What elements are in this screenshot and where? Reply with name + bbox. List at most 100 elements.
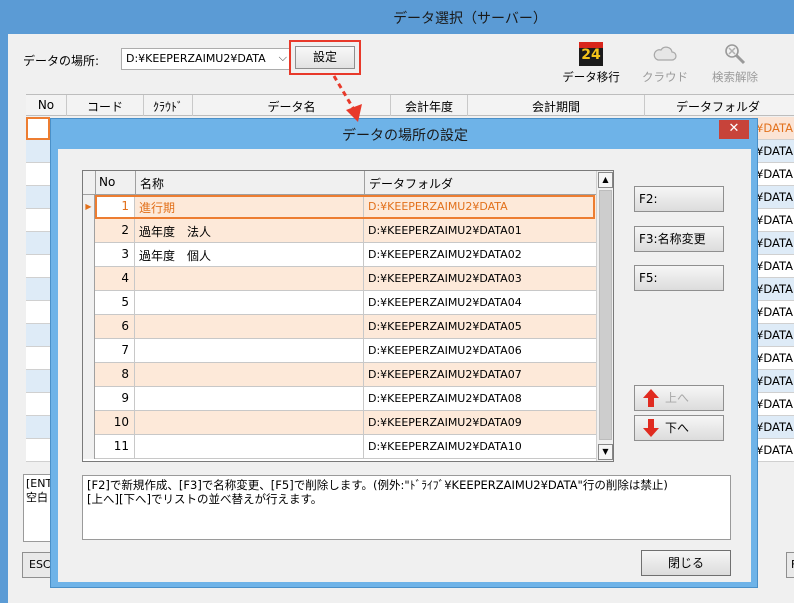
location-row[interactable]: 8 D:¥KEEPERZAIMU2¥DATA07 (83, 363, 596, 387)
data-migration-tool[interactable]: 24 データ移行 (556, 42, 626, 85)
vertical-scrollbar[interactable]: ▲ ▼ (596, 171, 613, 461)
data-table-row[interactable] (26, 416, 50, 439)
grid-header-name[interactable]: 名称 (140, 175, 164, 192)
location-row[interactable]: 6 D:¥KEEPERZAIMU2¥DATA05 (83, 315, 596, 339)
location-row[interactable]: ▶ 1 進行期 D:¥KEEPERZAIMU2¥DATA (83, 195, 596, 219)
data-table-row[interactable] (26, 370, 50, 393)
location-row[interactable]: 3 過年度 個人 D:¥KEEPERZAIMU2¥DATA02 (83, 243, 596, 267)
data-table-folder-cell[interactable]: ¥DATA (752, 301, 794, 324)
data-table-folder-cell[interactable]: ¥DATA (752, 393, 794, 416)
f2-new-button[interactable]: F2: (634, 186, 724, 212)
data-table-row[interactable] (26, 347, 50, 370)
location-row-folder[interactable]: D:¥KEEPERZAIMU2¥DATA08 (364, 387, 596, 411)
location-row[interactable]: 4 D:¥KEEPERZAIMU2¥DATA03 (83, 267, 596, 291)
row-indicator[interactable] (83, 267, 95, 291)
scroll-up-icon[interactable]: ▲ (598, 172, 613, 188)
main-partial-button[interactable]: F (786, 552, 794, 578)
data-table-row[interactable] (26, 186, 50, 209)
location-row-name[interactable]: 過年度 個人 (135, 243, 364, 267)
move-up-button[interactable]: 上へ (634, 385, 724, 411)
row-indicator[interactable] (83, 339, 95, 363)
row-indicator[interactable] (83, 363, 95, 387)
data-table-folder-cell[interactable]: ¥DATA (752, 439, 794, 462)
main-title-bar[interactable]: データ選択（サーバー） (0, 0, 794, 34)
data-table-row[interactable] (26, 255, 50, 278)
move-down-button[interactable]: 下へ (634, 415, 724, 441)
data-table-row[interactable] (26, 301, 50, 324)
location-row-name[interactable]: 過年度 法人 (135, 219, 364, 243)
location-row-folder[interactable]: D:¥KEEPERZAIMU2¥DATA03 (364, 267, 596, 291)
location-row[interactable]: 11 D:¥KEEPERZAIMU2¥DATA10 (83, 435, 596, 459)
location-row-folder[interactable]: D:¥KEEPERZAIMU2¥DATA09 (364, 411, 596, 435)
data-table-folder-cell[interactable]: ¥DATA (752, 186, 794, 209)
data-table-folder-cell[interactable]: ¥DATA (752, 370, 794, 393)
location-row-folder[interactable]: D:¥KEEPERZAIMU2¥DATA04 (364, 291, 596, 315)
location-row-folder[interactable]: D:¥KEEPERZAIMU2¥DATA06 (364, 339, 596, 363)
row-pointer-icon[interactable]: ▶ (83, 195, 95, 219)
col-header-code[interactable]: コード (67, 98, 143, 115)
data-table-row[interactable] (26, 209, 50, 232)
location-row[interactable]: 2 過年度 法人 D:¥KEEPERZAIMU2¥DATA01 (83, 219, 596, 243)
location-row-name[interactable] (135, 339, 364, 363)
location-row-name[interactable] (135, 267, 364, 291)
settings-button[interactable]: 設定 (295, 46, 355, 69)
location-row-name[interactable] (135, 387, 364, 411)
f5-delete-button[interactable]: F5: (634, 265, 724, 291)
data-table-folder-cell[interactable]: ¥DATA (752, 324, 794, 347)
col-header-fiscal-period[interactable]: 会計期間 (468, 98, 644, 115)
location-row-folder[interactable]: D:¥KEEPERZAIMU2¥DATA07 (364, 363, 596, 387)
data-table-folder-cell[interactable]: ¥DATA (752, 163, 794, 186)
location-row-folder[interactable]: D:¥KEEPERZAIMU2¥DATA05 (364, 315, 596, 339)
row-indicator[interactable] (83, 291, 95, 315)
cloud-tool[interactable]: クラウド (630, 42, 700, 85)
col-header-no[interactable]: No (26, 98, 66, 112)
location-row-folder[interactable]: D:¥KEEPERZAIMU2¥DATA10 (364, 435, 596, 459)
grid-header-no[interactable]: No (99, 175, 115, 189)
data-table-row[interactable] (26, 140, 50, 163)
location-row-name[interactable] (135, 291, 364, 315)
row-indicator[interactable] (83, 435, 95, 459)
f3-rename-button[interactable]: F3:名称変更 (634, 226, 724, 252)
data-table-row[interactable] (26, 439, 50, 462)
data-table-folder-cell[interactable]: ¥DATA (752, 416, 794, 439)
row-indicator[interactable] (83, 411, 95, 435)
col-header-data-folder[interactable]: データフォルダ (676, 98, 794, 115)
data-table-folder-cell[interactable]: ¥DATA (752, 255, 794, 278)
row-indicator[interactable] (83, 219, 95, 243)
scroll-thumb[interactable] (599, 190, 612, 440)
data-table-row[interactable] (26, 324, 50, 347)
location-row-name[interactable] (135, 315, 364, 339)
data-table-row[interactable] (26, 232, 50, 255)
location-row-name[interactable] (135, 363, 364, 387)
col-header-data-name[interactable]: データ名 (193, 98, 390, 115)
location-row-name[interactable] (135, 411, 364, 435)
data-table-folder-cell[interactable]: ¥DATA (752, 209, 794, 232)
scroll-down-icon[interactable]: ▼ (598, 444, 613, 460)
close-icon[interactable]: ✕ (719, 120, 749, 139)
location-row-folder[interactable]: D:¥KEEPERZAIMU2¥DATA (364, 195, 596, 219)
location-row-name[interactable]: 進行期 (135, 195, 364, 219)
data-table-folder-cell[interactable]: ¥DATA (752, 232, 794, 255)
data-table-row[interactable] (26, 117, 50, 140)
data-table-row[interactable] (26, 278, 50, 301)
data-table-folder-cell[interactable]: ¥DATA (752, 347, 794, 370)
location-row[interactable]: 10 D:¥KEEPERZAIMU2¥DATA09 (83, 411, 596, 435)
col-header-cloud[interactable]: ｸﾗｳﾄﾞ (144, 98, 192, 115)
row-indicator[interactable] (83, 315, 95, 339)
location-row[interactable]: 5 D:¥KEEPERZAIMU2¥DATA04 (83, 291, 596, 315)
search-clear-tool[interactable]: 検索解除 (700, 42, 770, 85)
row-indicator[interactable] (83, 243, 95, 267)
dialog-close-button[interactable]: 閉じる (641, 550, 731, 576)
row-indicator[interactable] (83, 387, 95, 411)
location-row[interactable]: 7 D:¥KEEPERZAIMU2¥DATA06 (83, 339, 596, 363)
location-row[interactable]: 9 D:¥KEEPERZAIMU2¥DATA08 (83, 387, 596, 411)
location-row-folder[interactable]: D:¥KEEPERZAIMU2¥DATA02 (364, 243, 596, 267)
data-table-row[interactable] (26, 393, 50, 416)
data-table-folder-cell[interactable]: ¥DATA (752, 278, 794, 301)
data-location-select[interactable]: D:¥KEEPERZAIMU2¥DATA ⌵ (121, 48, 291, 70)
location-row-name[interactable] (135, 435, 364, 459)
col-header-fiscal-year[interactable]: 会計年度 (391, 98, 467, 115)
grid-header-folder[interactable]: データフォルダ (369, 175, 453, 192)
location-row-folder[interactable]: D:¥KEEPERZAIMU2¥DATA01 (364, 219, 596, 243)
data-table-row[interactable] (26, 163, 50, 186)
